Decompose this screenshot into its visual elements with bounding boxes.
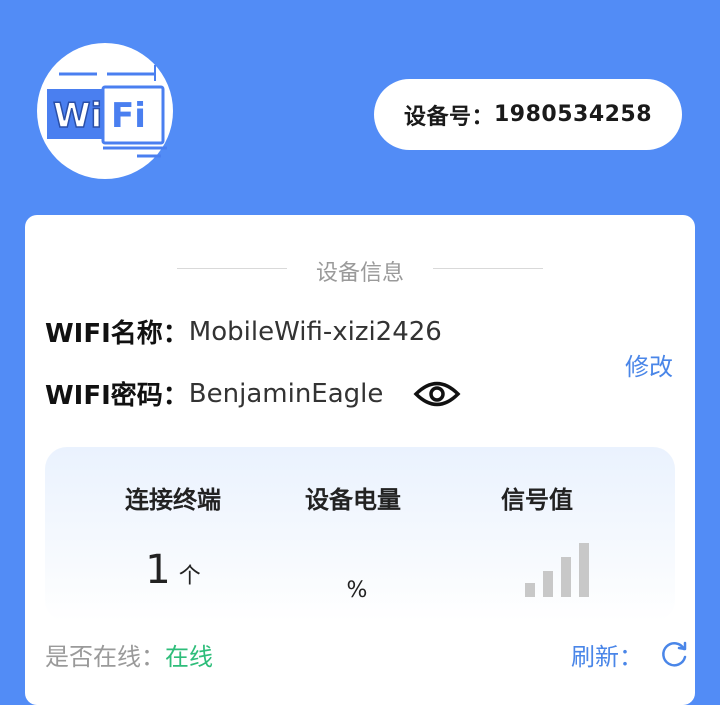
signal-bar-1 xyxy=(525,583,535,597)
wifi-name-label: WIFI名称： xyxy=(45,319,189,349)
online-status: 是否在线：在线 xyxy=(45,637,213,672)
signal-bar-3 xyxy=(561,557,571,597)
signal-bar-4 xyxy=(579,543,589,597)
connected-count: 1个 xyxy=(93,547,253,593)
stat-header-signal: 信号值 xyxy=(501,486,573,514)
section-title: 设备信息 xyxy=(315,261,404,286)
device-number-label: 设备号： xyxy=(403,104,494,130)
wifi-password-value: BenjaminEagle xyxy=(188,378,384,409)
wifi-logo: Wi Fi xyxy=(37,43,173,179)
signal-bar-2 xyxy=(543,571,553,597)
signal-strength-icon xyxy=(525,543,589,597)
connected-count-value: 1 xyxy=(145,547,171,593)
device-info-card: 设备信息 WIFI名称： MobileWifi-xizi2426 修改 WIFI… xyxy=(25,215,695,705)
refresh-label: 刷新： xyxy=(571,643,643,671)
online-status-label: 是否在线： xyxy=(45,643,165,671)
refresh-icon[interactable] xyxy=(659,640,689,670)
wifi-password-label: WIFI密码： xyxy=(45,381,189,411)
modify-button[interactable]: 修改 xyxy=(625,347,673,382)
device-number-badge: 设备号： 1980534258 xyxy=(374,79,682,150)
wifi-name-value: MobileWifi-xizi2426 xyxy=(188,316,442,347)
device-number-value: 1980534258 xyxy=(493,102,653,127)
battery-level: % xyxy=(273,561,433,607)
connected-count-unit: 个 xyxy=(178,564,201,589)
wifi-logo-icon: Wi Fi xyxy=(47,65,167,158)
stat-header-connected: 连接终端 xyxy=(125,486,221,514)
wifi-password-row: WIFI密码： BenjaminEagle xyxy=(45,375,461,412)
refresh-button[interactable]: 刷新： xyxy=(571,637,689,672)
eye-icon[interactable] xyxy=(413,379,461,409)
device-stats-panel: 连接终端 设备电量 信号值 1个 % xyxy=(45,447,675,622)
online-status-value: 在线 xyxy=(165,643,213,671)
battery-level-unit: % xyxy=(346,578,368,603)
wifi-name-row: WIFI名称： MobileWifi-xizi2426 xyxy=(45,313,442,350)
stat-header-battery: 设备电量 xyxy=(305,486,401,514)
logo-text-fi: Fi xyxy=(111,96,146,136)
logo-text-wi: Wi xyxy=(53,96,102,136)
